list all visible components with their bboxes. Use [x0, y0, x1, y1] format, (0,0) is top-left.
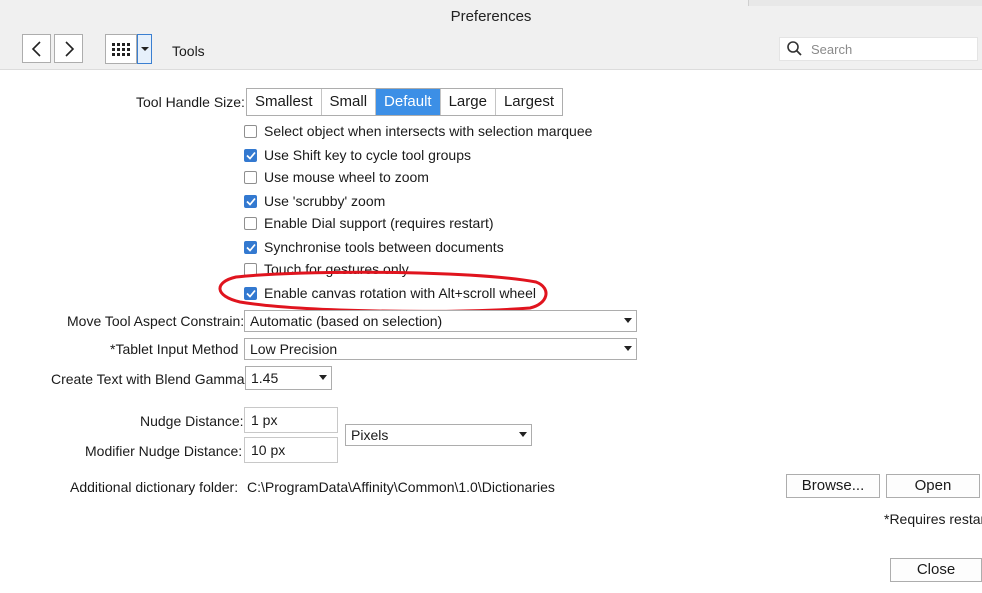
toolbar: Tools [0, 33, 982, 70]
search-icon [787, 41, 802, 56]
checkbox-label: Select object when intersects with selec… [264, 123, 593, 139]
move-tool-aspect-label: Move Tool Aspect Constrain: [67, 313, 245, 329]
dictionary-folder-path: C:\ProgramData\Affinity\Common\1.0\Dicti… [247, 479, 555, 495]
checkbox-label: Enable Dial support (requires restart) [264, 215, 494, 231]
checkbox[interactable] [244, 148, 257, 162]
checkbox-row-sync-tools[interactable]: Synchronise tools between documents [244, 237, 504, 257]
blend-gamma-label: Create Text with Blend Gamma: [51, 371, 249, 387]
handle-size-large[interactable]: Large [441, 89, 496, 115]
handle-size-smallest[interactable]: Smallest [247, 89, 322, 115]
select-value: Pixels [351, 427, 389, 443]
tool-handle-size-label: Tool Handle Size: [136, 94, 245, 110]
dropdown-arrow-icon [319, 375, 327, 380]
checkbox[interactable] [244, 262, 257, 276]
checkmark-icon [245, 289, 256, 298]
checkbox-label: Use mouse wheel to zoom [264, 169, 429, 185]
nudge-units-select[interactable]: Pixels [345, 424, 532, 446]
back-button[interactable] [22, 34, 51, 63]
checkbox-row-shift-cycle[interactable]: Use Shift key to cycle tool groups [244, 145, 471, 165]
grid-icon [112, 43, 130, 56]
grid-view-button[interactable] [105, 34, 137, 64]
checkbox-label: Enable canvas rotation with Alt+scroll w… [264, 285, 536, 301]
checkmark-icon [245, 243, 256, 252]
checkbox[interactable] [244, 170, 257, 184]
move-tool-aspect-select[interactable]: Automatic (based on selection) [244, 310, 637, 332]
checkbox[interactable] [244, 194, 257, 208]
grid-view-dropdown[interactable] [137, 34, 152, 64]
checkmark-icon [245, 197, 256, 206]
open-button[interactable]: Open [886, 474, 980, 498]
checkbox-label: Synchronise tools between documents [264, 239, 504, 255]
checkbox-label: Use 'scrubby' zoom [264, 193, 386, 209]
checkbox-row-scrubby-zoom[interactable]: Use 'scrubby' zoom [244, 191, 385, 211]
checkbox[interactable] [244, 240, 257, 254]
checkmark-icon [245, 151, 256, 160]
nudge-distance-input[interactable]: 1 px [244, 407, 338, 433]
select-value: Low Precision [250, 341, 338, 357]
caret-down-icon [140, 47, 149, 51]
modifier-nudge-label: Modifier Nudge Distance: [85, 443, 243, 459]
modifier-nudge-input[interactable]: 10 px [244, 437, 338, 463]
checkbox-row-mouse-wheel-zoom[interactable]: Use mouse wheel to zoom [244, 167, 429, 187]
checkbox[interactable] [244, 216, 257, 230]
chevron-left-icon [31, 40, 41, 57]
window-title: Preferences [450, 8, 532, 25]
select-value: 1.45 [251, 370, 279, 386]
chevron-right-icon [64, 40, 74, 57]
handle-size-default[interactable]: Default [376, 89, 441, 115]
handle-size-largest[interactable]: Largest [496, 89, 562, 115]
checkbox-row-select-marquee[interactable]: Select object when intersects with selec… [244, 121, 592, 141]
search-input[interactable] [807, 41, 975, 57]
checkbox-label: Touch for gestures only [264, 261, 409, 277]
select-value: Automatic (based on selection) [250, 313, 443, 329]
background-window-edge [748, 0, 982, 6]
checkbox[interactable] [244, 286, 257, 300]
checkbox-row-canvas-rotation[interactable]: Enable canvas rotation with Alt+scroll w… [244, 283, 536, 303]
dropdown-arrow-icon [624, 318, 632, 323]
dictionary-folder-label: Additional dictionary folder: [70, 479, 239, 495]
checkbox-label: Use Shift key to cycle tool groups [264, 147, 471, 163]
dropdown-arrow-icon [519, 432, 527, 437]
requires-restart-note: *Requires restart [884, 511, 982, 527]
forward-button[interactable] [54, 34, 83, 63]
tool-handle-size-segmented: Smallest Small Default Large Largest [246, 88, 563, 116]
checkbox-row-touch-gestures[interactable]: Touch for gestures only [244, 259, 409, 279]
checkbox-row-dial-support[interactable]: Enable Dial support (requires restart) [244, 213, 494, 233]
handle-size-small[interactable]: Small [322, 89, 377, 115]
browse-button[interactable]: Browse... [786, 474, 880, 498]
tablet-input-select[interactable]: Low Precision [244, 338, 637, 360]
dropdown-arrow-icon [624, 346, 632, 351]
close-button[interactable]: Close [890, 558, 982, 582]
checkbox[interactable] [244, 124, 257, 138]
title-bar: Preferences [0, 0, 982, 34]
search-box[interactable] [779, 37, 978, 61]
nudge-distance-label: Nudge Distance: [140, 413, 244, 429]
blend-gamma-select[interactable]: 1.45 [245, 366, 332, 390]
tablet-input-label: *Tablet Input Method [110, 341, 239, 357]
pane-title: Tools [172, 43, 205, 59]
